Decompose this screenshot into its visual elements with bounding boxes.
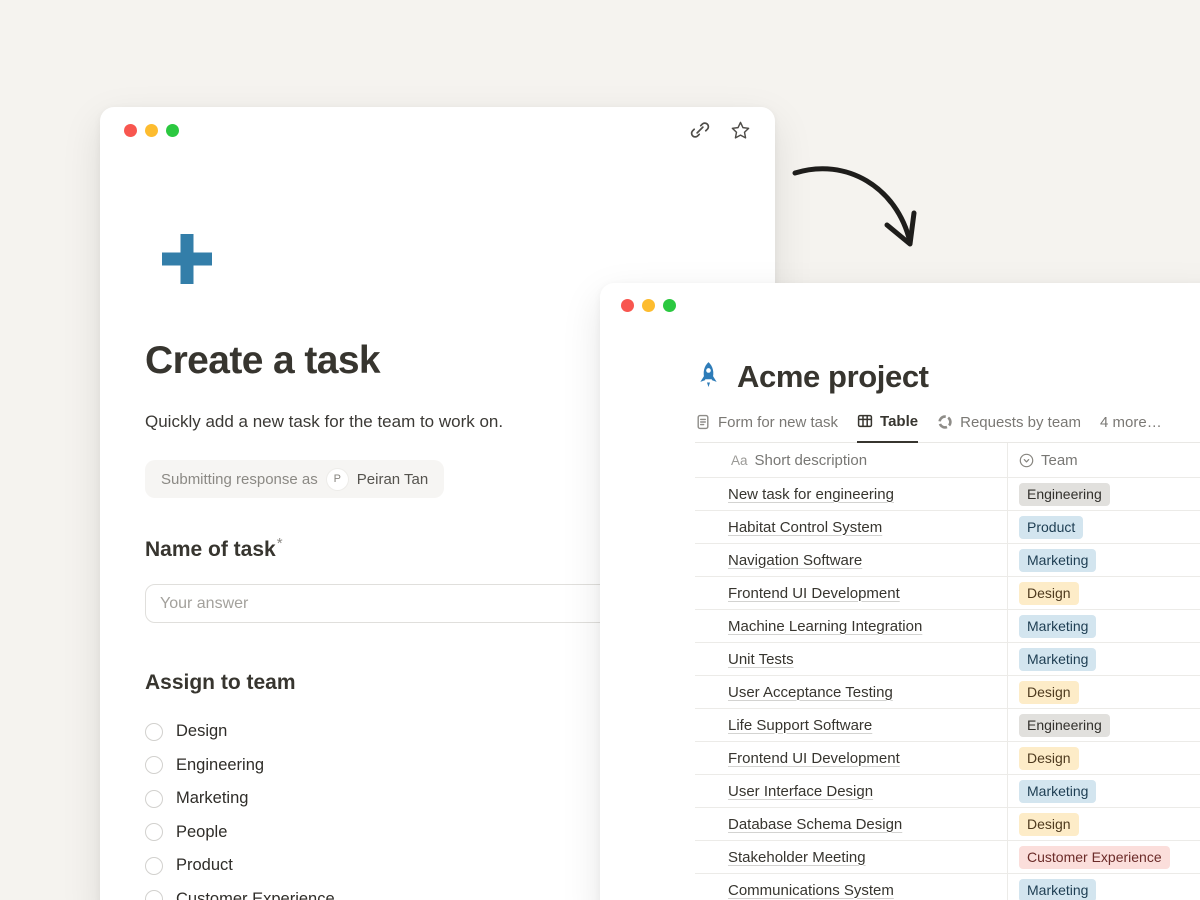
close-window-button[interactable] [621, 299, 634, 312]
column-header-short-description[interactable]: Aa Short description [695, 443, 1007, 477]
team-badge: Product [1019, 516, 1083, 539]
form-icon [695, 414, 711, 430]
task-title: Unit Tests [728, 651, 794, 668]
tab-requests-by-team[interactable]: Requests by team [937, 410, 1081, 443]
table-row[interactable]: Navigation Software Marketing [695, 543, 1200, 576]
task-title: New task for engineering [728, 486, 894, 503]
radio-circle[interactable] [145, 823, 163, 841]
task-title: Frontend UI Development [728, 585, 900, 602]
form-title: Create a task [145, 339, 380, 383]
table-row[interactable]: Stakeholder Meeting Customer Experience [695, 840, 1200, 873]
team-badge: Design [1019, 813, 1079, 836]
database-window: Acme project Form for new task [600, 283, 1200, 900]
view-tabs: Form for new task Table [695, 410, 1200, 443]
table-row[interactable]: User Acceptance Testing Design [695, 675, 1200, 708]
task-title: Machine Learning Integration [728, 618, 922, 635]
traffic-lights [124, 124, 179, 137]
radio-option-customer-experience[interactable]: Customer Experience [145, 883, 335, 900]
table-icon [857, 413, 873, 429]
team-badge: Engineering [1019, 483, 1110, 506]
close-window-button[interactable] [124, 124, 137, 137]
task-title: Life Support Software [728, 717, 872, 734]
form-subtitle: Quickly add a new task for the team to w… [145, 412, 503, 432]
radio-option-engineering[interactable]: Engineering [145, 749, 335, 783]
desktop-canvas: Create a task Quickly add a new task for… [0, 0, 1200, 900]
tab-form-for-new-task[interactable]: Form for new task [695, 410, 838, 443]
tab-table[interactable]: Table [857, 410, 918, 443]
donut-chart-icon [937, 414, 953, 430]
avatar: P [327, 469, 348, 490]
radio-circle[interactable] [145, 790, 163, 808]
table-row[interactable]: Unit Tests Marketing [695, 642, 1200, 675]
column-header-team[interactable]: Team [1007, 443, 1200, 477]
minimize-window-button[interactable] [145, 124, 158, 137]
traffic-lights [621, 299, 676, 312]
table-row[interactable]: Database Schema Design Design [695, 807, 1200, 840]
team-badge: Marketing [1019, 648, 1096, 671]
assign-team-label: Assign to team [145, 671, 296, 695]
team-radio-group: Design Engineering Marketing People Prod… [145, 715, 335, 900]
minimize-window-button[interactable] [642, 299, 655, 312]
radio-circle[interactable] [145, 857, 163, 875]
submitting-as-badge: Submitting response as P Peiran Tan [145, 460, 444, 498]
task-title: Frontend UI Development [728, 750, 900, 767]
form-window-titlebar [100, 107, 775, 153]
task-title: Stakeholder Meeting [728, 849, 866, 866]
select-property-icon [1019, 453, 1034, 468]
zoom-window-button[interactable] [663, 299, 676, 312]
text-property-icon: Aa [731, 453, 748, 468]
radio-circle[interactable] [145, 723, 163, 741]
page-title: Acme project [737, 359, 929, 395]
team-badge: Marketing [1019, 780, 1096, 803]
table-row[interactable]: Frontend UI Development Design [695, 741, 1200, 774]
task-title: Communications System [728, 882, 894, 899]
zoom-window-button[interactable] [166, 124, 179, 137]
table-row[interactable]: Communications System Marketing [695, 873, 1200, 900]
team-badge: Design [1019, 582, 1079, 605]
database-window-titlebar [600, 283, 1200, 327]
database-table: Aa Short description Team New task for e… [695, 443, 1200, 900]
team-badge: Marketing [1019, 615, 1096, 638]
task-name-label: Name of task* [145, 535, 283, 562]
table-row[interactable]: Habitat Control System Product [695, 510, 1200, 543]
task-title: Habitat Control System [728, 519, 882, 536]
table-row[interactable]: New task for engineering Engineering [695, 477, 1200, 510]
table-header-row: Aa Short description Team [695, 443, 1200, 477]
team-badge: Design [1019, 747, 1079, 770]
task-title: Navigation Software [728, 552, 862, 569]
radio-option-people[interactable]: People [145, 816, 335, 850]
task-title: Database Schema Design [728, 816, 902, 833]
radio-option-design[interactable]: Design [145, 715, 335, 749]
task-title: User Interface Design [728, 783, 873, 800]
plus-icon [157, 228, 217, 295]
radio-option-product[interactable]: Product [145, 849, 335, 883]
team-badge: Design [1019, 681, 1079, 704]
submitting-as-label: Submitting response as [161, 471, 318, 488]
table-row[interactable]: Machine Learning Integration Marketing [695, 609, 1200, 642]
table-row[interactable]: Frontend UI Development Design [695, 576, 1200, 609]
task-title: User Acceptance Testing [728, 684, 893, 701]
radio-option-marketing[interactable]: Marketing [145, 782, 335, 816]
curved-arrow [788, 156, 933, 263]
table-row[interactable]: User Interface Design Marketing [695, 774, 1200, 807]
tab-more-views[interactable]: 4 more… [1100, 410, 1162, 443]
team-badge: Engineering [1019, 714, 1110, 737]
submitter-name: Peiran Tan [357, 471, 428, 488]
team-badge: Marketing [1019, 549, 1096, 572]
radio-circle[interactable] [145, 890, 163, 900]
table-row[interactable]: Life Support Software Engineering [695, 708, 1200, 741]
rocket-icon [695, 361, 722, 394]
required-asterisk: * [277, 535, 283, 552]
star-icon[interactable] [730, 120, 751, 141]
team-badge: Marketing [1019, 879, 1096, 900]
team-badge: Customer Experience [1019, 846, 1170, 869]
radio-circle[interactable] [145, 756, 163, 774]
link-icon[interactable] [690, 120, 710, 140]
